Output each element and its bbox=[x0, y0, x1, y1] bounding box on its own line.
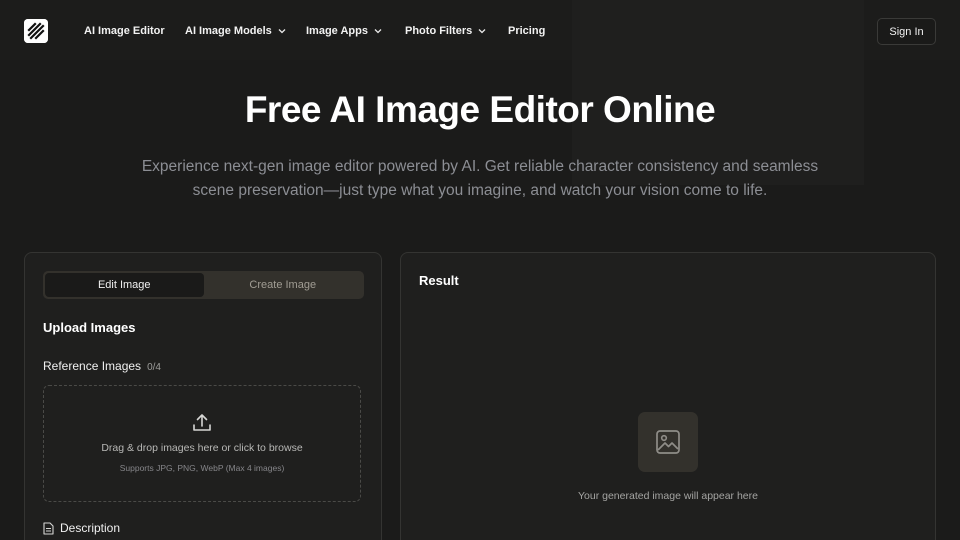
result-panel: Result Your generated image will appear … bbox=[400, 252, 936, 540]
nav-ai-image-models[interactable]: AI Image Models bbox=[185, 23, 287, 39]
result-placeholder-text: Your generated image will appear here bbox=[578, 490, 758, 502]
nav-image-apps[interactable]: Image Apps bbox=[306, 23, 383, 39]
chevron-down-icon bbox=[374, 29, 382, 34]
nav-ai-image-editor[interactable]: AI Image Editor bbox=[84, 23, 165, 39]
top-navigation: AI Image Editor AI Image Models Image Ap… bbox=[0, 0, 960, 62]
description-label: Description bbox=[60, 521, 121, 535]
description-header: Description bbox=[43, 521, 120, 535]
page-title: Free AI Image Editor Online bbox=[244, 89, 716, 130]
dropzone-instructions: Drag & drop images here or click to brow… bbox=[101, 442, 303, 454]
chevron-down-icon bbox=[278, 29, 286, 34]
nav-pricing[interactable]: Pricing bbox=[508, 23, 545, 39]
chevron-down-icon bbox=[478, 29, 486, 34]
nav-item-label: AI Image Models bbox=[185, 25, 272, 37]
sign-in-button[interactable]: Sign In bbox=[877, 18, 936, 45]
nav-item-label: Photo Filters bbox=[405, 25, 473, 37]
nav-item-label: Image Apps bbox=[306, 25, 368, 37]
nav-item-label: AI Image Editor bbox=[84, 25, 165, 37]
result-placeholder bbox=[638, 412, 698, 472]
hero-subtitle: Experience next-gen image editor powered… bbox=[141, 158, 819, 199]
image-icon bbox=[656, 430, 680, 454]
document-icon bbox=[43, 521, 54, 535]
image-dropzone[interactable]: Drag & drop images here or click to brow… bbox=[43, 385, 361, 502]
logo-icon[interactable] bbox=[24, 19, 48, 43]
mode-tabs: Edit Image Create Image bbox=[43, 271, 364, 299]
editor-panel: Edit Image Create Image Upload Images Re… bbox=[24, 252, 382, 540]
reference-images-label: Reference Images bbox=[43, 359, 142, 373]
tab-create-image[interactable]: Create Image bbox=[204, 273, 363, 297]
upload-section-title: Upload Images bbox=[43, 320, 136, 335]
upload-icon bbox=[193, 414, 211, 431]
dropzone-supported-formats: Supports JPG, PNG, WebP (Max 4 images) bbox=[119, 463, 285, 473]
nav-item-label: Pricing bbox=[508, 25, 546, 37]
reference-images-count: 0/4 bbox=[147, 362, 161, 373]
tab-edit-image[interactable]: Edit Image bbox=[45, 273, 204, 297]
result-title: Result bbox=[419, 273, 459, 288]
reference-images-header: Reference Images 0/4 bbox=[43, 359, 161, 373]
nav-photo-filters[interactable]: Photo Filters bbox=[405, 23, 487, 39]
